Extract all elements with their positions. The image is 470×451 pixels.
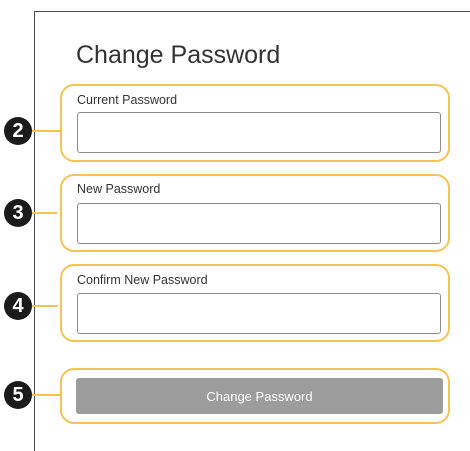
step-marker-4: 4	[4, 292, 32, 320]
step-marker-2: 2	[4, 117, 32, 145]
new-password-input[interactable]	[77, 203, 441, 244]
callout-leader-3	[32, 212, 57, 214]
step-marker-3: 3	[4, 199, 32, 227]
step-marker-5: 5	[4, 381, 32, 409]
callout-leader-2	[32, 130, 61, 132]
callout-leader-4	[32, 305, 58, 307]
current-password-input[interactable]	[77, 112, 441, 153]
new-password-label: New Password	[77, 182, 161, 196]
change-password-button[interactable]: Change Password	[76, 378, 443, 414]
confirm-password-input[interactable]	[77, 293, 441, 334]
current-password-label: Current Password	[77, 93, 178, 107]
callout-leader-5	[32, 394, 60, 396]
confirm-password-label: Confirm New Password	[77, 273, 208, 287]
page-title: Change Password	[76, 41, 281, 69]
